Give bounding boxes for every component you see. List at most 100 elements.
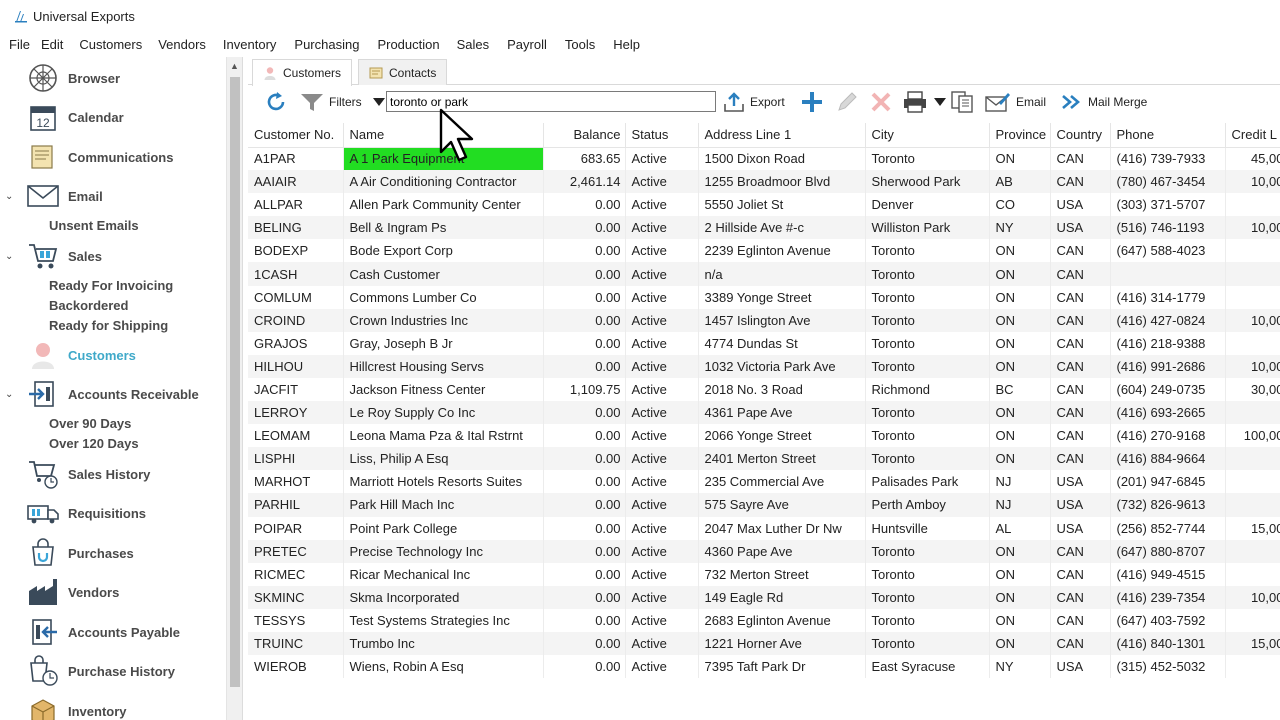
cell-phone[interactable]: (780) 467-3454 (1110, 170, 1226, 194)
cell-name[interactable]: Crown Industries Inc (343, 308, 544, 332)
column-header-balance[interactable]: Balance (543, 123, 626, 148)
column-header-customer-no[interactable]: Customer No. (248, 123, 344, 148)
cell-customer-no[interactable]: BODEXP (248, 239, 344, 263)
cell-credit-limit[interactable] (1225, 562, 1280, 586)
cell-balance[interactable]: 0.00 (543, 401, 626, 425)
cell-customer-no[interactable]: 1CASH (248, 262, 344, 286)
cell-province[interactable]: ON (989, 447, 1051, 471)
cell-city[interactable]: Toronto (865, 401, 990, 425)
cell-country[interactable]: USA (1050, 216, 1111, 240)
table-row[interactable]: BODEXP Bode Export Corp 0.00 Active 2239 Egl… (248, 239, 1280, 263)
cell-address[interactable]: 2066 Yonge Street (698, 424, 866, 448)
cell-country[interactable]: USA (1050, 655, 1111, 679)
table-row[interactable]: HILHOU Hillcrest Housing Servs 0.00 Active 1… (248, 354, 1280, 378)
cell-country[interactable]: CAN (1050, 424, 1111, 448)
cell-customer-no[interactable]: A1PAR (248, 147, 344, 171)
cell-city[interactable]: Richmond (865, 377, 990, 402)
cell-customer-no[interactable]: JACFIT (248, 377, 344, 402)
cell-status[interactable]: Active (625, 585, 699, 609)
cell-status[interactable]: Active (625, 493, 699, 517)
cell-credit-limit[interactable]: 30,00 (1225, 377, 1280, 402)
cell-status[interactable]: Active (625, 539, 699, 563)
cell-phone[interactable]: (256) 852-7744 (1110, 516, 1226, 540)
cell-balance[interactable]: 0.00 (543, 447, 626, 471)
cell-city[interactable]: Sherwood Park (865, 170, 990, 194)
cell-status[interactable]: Active (625, 447, 699, 471)
cell-country[interactable]: CAN (1050, 308, 1111, 332)
cell-customer-no[interactable]: HILHOU (248, 354, 344, 378)
cell-name[interactable]: Allen Park Community Center (343, 193, 544, 217)
cell-customer-no[interactable]: POIPAR (248, 516, 344, 540)
cell-credit-limit[interactable] (1225, 193, 1280, 217)
table-row[interactable]: POIPAR Point Park College 0.00 Active 2047 M… (248, 516, 1280, 540)
cell-province[interactable]: ON (989, 308, 1051, 332)
cell-phone[interactable]: (416) 739-7933 (1110, 147, 1226, 171)
cell-status[interactable]: Active (625, 562, 699, 586)
cell-status[interactable]: Active (625, 331, 699, 355)
cell-balance[interactable]: 0.00 (543, 655, 626, 679)
menu-production[interactable]: Production (377, 35, 439, 54)
cell-country[interactable]: USA (1050, 193, 1111, 217)
cell-name[interactable]: A Air Conditioning Contractor (343, 170, 544, 194)
cell-balance[interactable]: 0.00 (543, 493, 626, 517)
sidebar-scrollbar-thumb[interactable] (230, 77, 240, 687)
sidebar-subitem-backordered[interactable]: Backordered (49, 298, 128, 313)
cell-customer-no[interactable]: PARHIL (248, 493, 344, 517)
table-row[interactable]: RICMEC Ricar Mechanical Inc 0.00 Active 732 … (248, 562, 1280, 586)
table-row[interactable]: BELING Bell & Ingram Ps 0.00 Active 2 Hillsi… (248, 216, 1280, 240)
cell-province[interactable]: ON (989, 631, 1051, 656)
cell-country[interactable]: CAN (1050, 585, 1111, 609)
cell-name[interactable]: Cash Customer (343, 262, 544, 286)
cell-customer-no[interactable]: BELING (248, 216, 344, 240)
tab-contacts[interactable]: Contacts (358, 59, 448, 85)
cell-name[interactable]: Skma Incorporated (343, 585, 544, 609)
column-header-country[interactable]: Country (1050, 123, 1111, 148)
cell-province[interactable]: ON (989, 354, 1051, 378)
cell-status[interactable]: Active (625, 470, 699, 494)
cell-city[interactable]: Toronto (865, 239, 990, 263)
cell-credit-limit[interactable] (1225, 539, 1280, 563)
cell-phone[interactable]: (303) 371-5707 (1110, 193, 1226, 217)
table-row[interactable]: LEOMAM Leona Mama Pza & Ital Rstrnt 0.00 Ac… (248, 424, 1280, 448)
table-row[interactable]: PARHIL Park Hill Mach Inc 0.00 Active 575 Sa… (248, 493, 1280, 517)
cell-credit-limit[interactable]: 15,00 (1225, 516, 1280, 540)
menu-customers[interactable]: Customers (79, 35, 142, 54)
cell-province[interactable]: NJ (989, 470, 1051, 494)
cell-name[interactable]: Commons Lumber Co (343, 285, 544, 309)
cell-city[interactable]: East Syracuse (865, 655, 990, 679)
cell-balance[interactable]: 0.00 (543, 562, 626, 586)
cell-customer-no[interactable]: LERROY (248, 401, 344, 425)
cell-balance[interactable]: 1,109.75 (543, 377, 626, 402)
cell-address[interactable]: 2401 Merton Street (698, 447, 866, 471)
cell-credit-limit[interactable] (1225, 285, 1280, 309)
cell-customer-no[interactable]: CROIND (248, 308, 344, 332)
cell-address[interactable]: 3389 Yonge Street (698, 285, 866, 309)
cell-city[interactable]: Toronto (865, 308, 990, 332)
menu-help[interactable]: Help (613, 35, 640, 54)
cell-balance[interactable]: 0.00 (543, 239, 626, 263)
cell-name[interactable]: Liss, Philip A Esq (343, 447, 544, 471)
cell-country[interactable]: CAN (1050, 170, 1111, 194)
cell-city[interactable]: Toronto (865, 631, 990, 656)
table-row[interactable]: JACFIT Jackson Fitness Center 1,109.75 Acti… (248, 377, 1280, 402)
cell-phone[interactable]: (416) 314-1779 (1110, 285, 1226, 309)
cell-customer-no[interactable]: RICMEC (248, 562, 344, 586)
cell-customer-no[interactable]: ALLPAR (248, 193, 344, 217)
cell-name[interactable]: Park Hill Mach Inc (343, 493, 544, 517)
cell-status[interactable]: Active (625, 655, 699, 679)
cell-province[interactable]: AL (989, 516, 1051, 540)
cell-country[interactable]: CAN (1050, 239, 1111, 263)
cell-country[interactable]: CAN (1050, 354, 1111, 378)
cell-province[interactable]: ON (989, 239, 1051, 263)
cell-credit-limit[interactable]: 100,00 (1225, 424, 1280, 448)
table-row[interactable]: LERROY Le Roy Supply Co Inc 0.00 Active 4361… (248, 401, 1280, 425)
cell-name[interactable]: Hillcrest Housing Servs (343, 354, 544, 378)
refresh-button[interactable] (265, 90, 287, 114)
cell-phone[interactable]: (416) 218-9388 (1110, 331, 1226, 355)
cell-province[interactable]: ON (989, 585, 1051, 609)
cell-phone[interactable]: (647) 403-7592 (1110, 608, 1226, 632)
cell-phone[interactable]: (647) 588-4023 (1110, 239, 1226, 263)
cell-phone[interactable]: (732) 826-9613 (1110, 493, 1226, 517)
cell-balance[interactable]: 0.00 (543, 516, 626, 540)
cell-address[interactable]: 7395 Taft Park Dr (698, 655, 866, 679)
